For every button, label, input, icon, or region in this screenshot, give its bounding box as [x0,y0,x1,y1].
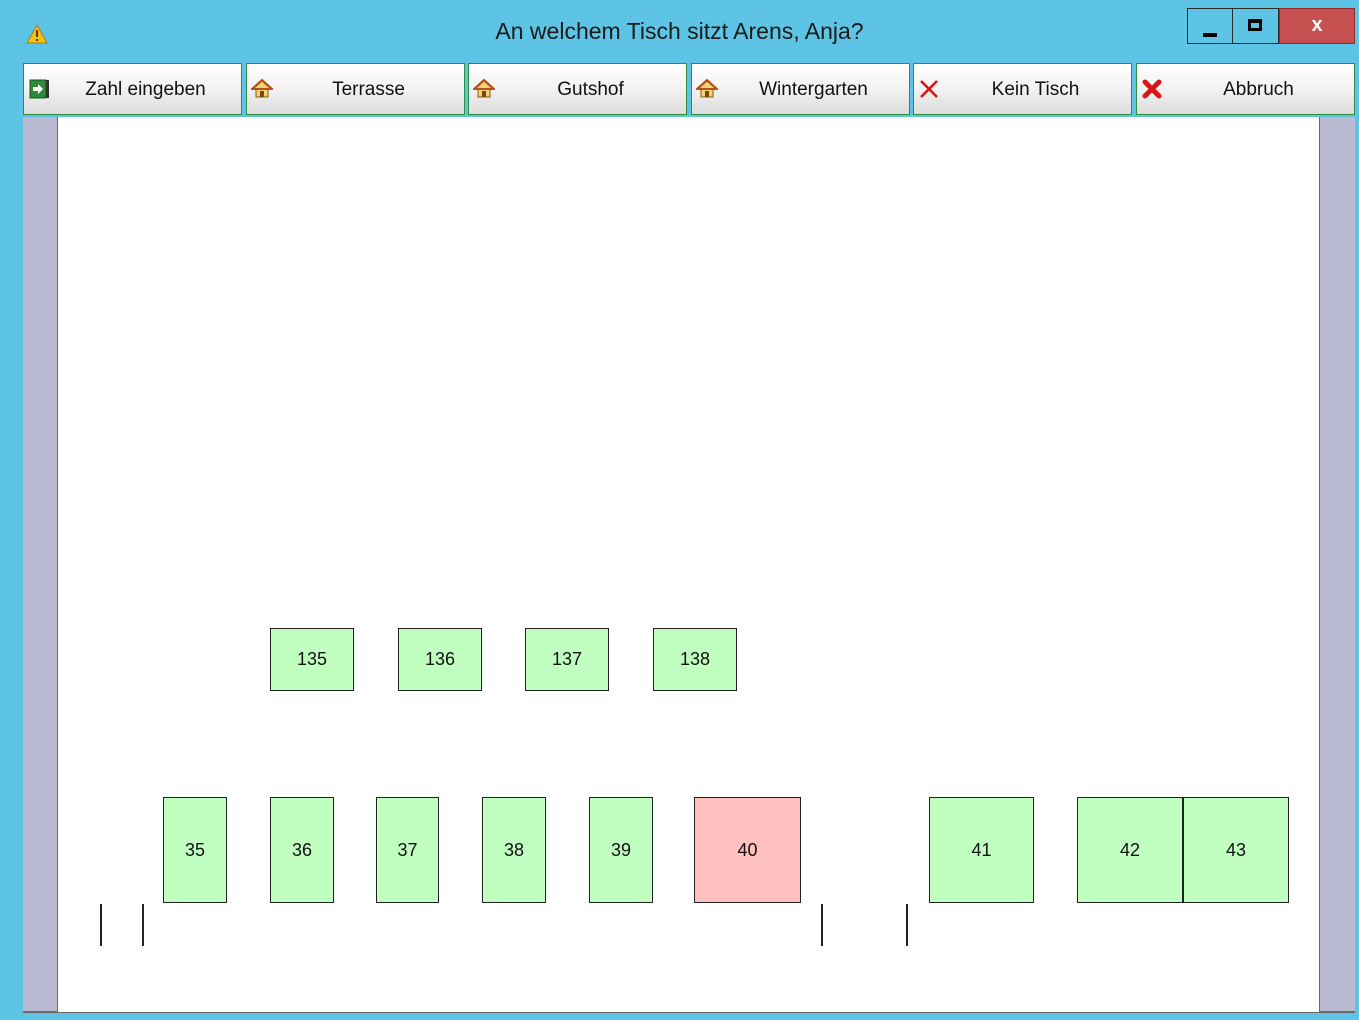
wall-marker [100,904,102,946]
wall-marker [906,904,908,946]
house-icon [251,78,273,98]
maximize-button[interactable] [1233,8,1279,44]
button-label: Abbruch [1223,79,1294,100]
table-135[interactable]: 135 [270,628,354,691]
kein-tisch-button[interactable]: Kein Tisch [913,63,1132,115]
minimize-button[interactable] [1187,8,1233,44]
wall-marker [142,904,144,946]
terrasse-button[interactable]: Terrasse [246,63,465,115]
gutshof-button[interactable]: Gutshof [468,63,687,115]
close-button[interactable]: x [1279,8,1355,44]
table-39[interactable]: 39 [589,797,653,903]
house-icon [473,78,495,98]
window-title: An welchem Tisch sitzt Arens, Anja? [495,18,864,44]
left-frame [23,117,58,1012]
button-label: Gutshof [557,79,624,100]
table-43[interactable]: 43 [1182,797,1289,903]
table-36[interactable]: 36 [270,797,334,903]
floor-plan: 135 136 137 138 35 36 37 38 39 40 41 42 … [58,117,1319,1012]
right-frame [1319,117,1355,1012]
table-138[interactable]: 138 [653,628,737,691]
table-38[interactable]: 38 [482,797,546,903]
button-label: Wintergarten [759,79,868,100]
enter-arrow-icon [29,79,49,99]
table-42[interactable]: 42 [1077,797,1183,903]
wintergarten-button[interactable]: Wintergarten [691,63,910,115]
button-label: Terrasse [332,79,405,100]
table-37[interactable]: 37 [376,797,439,903]
wall-marker [821,904,823,946]
zahl-eingeben-button[interactable]: Zahl eingeben [23,63,242,115]
table-136[interactable]: 136 [398,628,482,691]
close-icon: x [1311,14,1323,36]
table-35[interactable]: 35 [163,797,227,903]
abbruch-button[interactable]: Abbruch [1136,63,1355,115]
dialog-window: An welchem Tisch sitzt Arens, Anja? x Za… [0,0,1359,1020]
table-40[interactable]: 40 [694,797,801,903]
toolbar: Zahl eingeben Terrasse Gutshof Wintergar… [23,63,1355,115]
maximize-icon [1248,19,1262,31]
red-x-icon [920,80,938,98]
button-label: Kein Tisch [991,79,1080,100]
title-bar[interactable]: An welchem Tisch sitzt Arens, Anja? x [0,0,1359,62]
red-x-bold-icon [1142,79,1162,99]
table-41[interactable]: 41 [929,797,1034,903]
table-137[interactable]: 137 [525,628,609,691]
button-label: Zahl eingeben [85,79,206,100]
minimize-icon [1203,33,1217,37]
house-icon [696,78,718,98]
